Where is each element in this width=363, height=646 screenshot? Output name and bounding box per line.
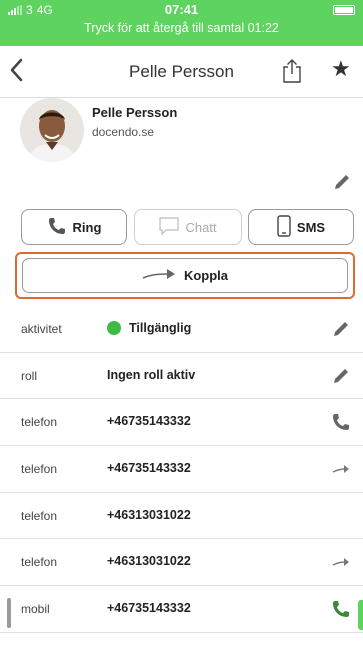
pencil-icon[interactable]: [331, 319, 351, 339]
chatt-button[interactable]: Chatt: [134, 209, 242, 245]
detail-label: telefon: [21, 555, 58, 570]
battery-icon: [333, 5, 355, 15]
detail-label: roll: [21, 368, 38, 383]
contact-details-list: aktivitet Tillgänglig roll Ingen roll ak…: [0, 306, 363, 633]
detail-label: telefon: [21, 462, 58, 477]
detail-value: +46735143332: [107, 601, 191, 616]
list-item[interactable]: telefon +46735143332: [0, 446, 363, 493]
page-title: Pelle Persson: [129, 62, 234, 81]
detail-value: +46735143332: [107, 461, 191, 476]
navigation-bar: Pelle Persson ★: [0, 46, 363, 98]
detail-value: +46313031022: [107, 554, 191, 569]
detail-value: +46313031022: [107, 507, 191, 522]
status-dot: [107, 321, 121, 335]
star-icon[interactable]: ★: [331, 56, 351, 82]
avatar: [20, 98, 84, 162]
phone-icon[interactable]: [331, 599, 351, 619]
ring-button[interactable]: Ring: [21, 209, 127, 245]
detail-label: telefon: [21, 508, 58, 523]
list-item[interactable]: telefon +46313031022: [0, 539, 363, 587]
ring-button-label: Ring: [72, 219, 102, 235]
detail-value: Tillgänglig: [107, 321, 191, 335]
koppla-button-label: Koppla: [183, 268, 229, 283]
chatt-button-label: Chatt: [185, 219, 217, 235]
list-item[interactable]: aktivitet Tillgänglig: [0, 306, 363, 353]
mobile-phone-icon: [277, 214, 291, 240]
detail-label: telefon: [21, 415, 58, 430]
sms-button-label: SMS: [296, 219, 326, 235]
availability-status: Tillgänglig: [129, 321, 192, 335]
side-tab[interactable]: [358, 600, 363, 630]
sms-button[interactable]: SMS: [248, 209, 354, 245]
transfer-arrow-icon[interactable]: [331, 552, 351, 572]
list-item[interactable]: telefon +46313031022: [0, 493, 363, 540]
koppla-button[interactable]: Koppla: [22, 258, 348, 293]
status-bar[interactable]: 3 4G 07:41 Tryck för att återgå till sam…: [0, 0, 363, 46]
detail-value: Ingen roll aktiv: [107, 367, 196, 382]
contact-header: Pelle Persson docendo.se: [0, 98, 363, 198]
list-item[interactable]: roll Ingen roll aktiv: [0, 353, 363, 400]
transfer-arrow-icon[interactable]: [331, 459, 351, 479]
contact-name: Pelle Persson: [92, 105, 178, 120]
return-to-call-banner[interactable]: Tryck för att återgå till samtal 01:22: [0, 21, 363, 35]
pencil-icon[interactable]: [331, 366, 351, 386]
phone-icon: [47, 216, 67, 239]
detail-value: +46735143332: [107, 414, 191, 429]
phone-icon[interactable]: [331, 412, 351, 432]
chat-bubble-icon: [159, 216, 180, 238]
clock: 07:41: [164, 2, 199, 17]
list-item[interactable]: mobil +46735143332: [0, 586, 363, 633]
scroll-handle[interactable]: [7, 598, 11, 628]
detail-label: aktivitet: [21, 322, 62, 336]
share-icon[interactable]: [281, 58, 303, 84]
list-item[interactable]: telefon +46735143332: [0, 399, 363, 447]
detail-label: mobil: [21, 602, 50, 617]
koppla-highlight: Koppla: [15, 252, 355, 299]
pencil-icon[interactable]: [333, 173, 351, 191]
transfer-arrow-icon: [142, 268, 176, 283]
contact-organization: docendo.se: [92, 125, 155, 139]
